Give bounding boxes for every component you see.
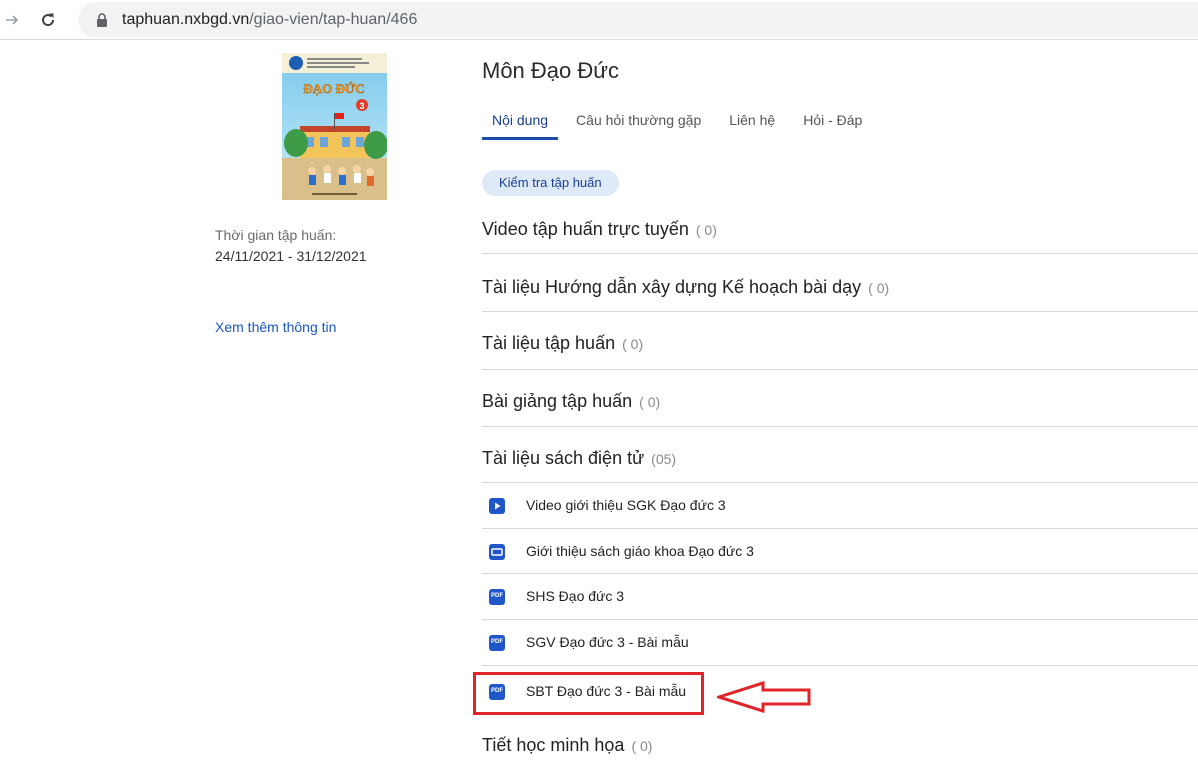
more-info-link[interactable]: Xem thêm thông tin [215, 319, 336, 335]
tab-faq[interactable]: Câu hỏi thường gặp [566, 104, 711, 140]
arrow-right-icon [6, 15, 19, 25]
url-host: taphuan.nxbgd.vn [122, 11, 250, 28]
annotation-arrow-icon [717, 681, 811, 713]
reload-icon [42, 13, 55, 27]
page-title: Môn Đạo Đức [482, 58, 619, 83]
section-video-training[interactable]: Video tập huấn trực tuyến ( 0) [482, 219, 717, 240]
tab-content[interactable]: Nội dung [482, 104, 559, 140]
section-title: Tài liệu tập huấn [482, 333, 616, 353]
lock-icon [97, 13, 107, 27]
list-item[interactable]: Giới thiệu sách giáo khoa Đạo đức 3 [482, 533, 1198, 571]
check-training-button[interactable]: Kiểm tra tập huấn [482, 170, 619, 196]
list-item[interactable]: PDF SHS Đạo đức 3 [482, 578, 1198, 616]
divider [482, 426, 1198, 427]
pdf-badge: PDF [491, 593, 503, 599]
divider [482, 253, 1198, 254]
video-play-icon [489, 498, 505, 514]
forward-button[interactable] [0, 8, 24, 32]
reload-button[interactable] [36, 8, 60, 32]
divider [482, 528, 1198, 529]
cover-grade: 3 [359, 101, 364, 111]
cover-title: ĐẠO ĐỨC [303, 81, 364, 96]
section-count: ( 0) [868, 280, 890, 296]
list-item[interactable]: Video giới thiệu SGK Đạo đức 3 [482, 487, 1198, 525]
divider [482, 619, 1198, 620]
section-ebook-docs[interactable]: Tài liệu sách điện tử (05) [482, 448, 676, 469]
section-title: Tiết học minh họa [482, 735, 625, 755]
url-path: /giao-vien/tap-huan/466 [249, 11, 418, 28]
section-count: ( 0) [695, 222, 717, 238]
training-time-label: Thời gian tập huấn: [215, 227, 337, 243]
highlight-box [473, 672, 704, 715]
tab-qa[interactable]: Hỏi - Đáp [793, 104, 872, 140]
divider [482, 573, 1198, 574]
section-training-docs[interactable]: Tài liệu tập huấn ( 0) [482, 333, 643, 354]
document-label: Video giới thiệu SGK Đạo đức 3 [526, 497, 726, 513]
browser-toolbar: taphuan.nxbgd.vn/giao-vien/tap-huan/466 [0, 0, 1198, 40]
section-title: Bài giảng tập huấn [482, 391, 633, 411]
list-item[interactable]: PDF SGV Đạo đức 3 - Bài mẫu [482, 624, 1198, 662]
slides-icon [489, 544, 505, 560]
section-title: Tài liệu sách điện tử [482, 448, 645, 468]
section-lesson-plan-guide[interactable]: Tài liệu Hướng dẫn xây dựng Kế hoạch bài… [482, 277, 889, 298]
section-count: ( 0) [622, 336, 644, 352]
document-label: Giới thiệu sách giáo khoa Đạo đức 3 [526, 543, 754, 559]
divider [482, 665, 1198, 666]
tab-bar: Nội dung Câu hỏi thường gặp Liên hệ Hỏi … [482, 104, 880, 140]
divider [482, 369, 1198, 370]
section-title: Video tập huấn trực tuyến [482, 219, 689, 239]
address-bar[interactable]: taphuan.nxbgd.vn/giao-vien/tap-huan/466 [78, 2, 1198, 38]
section-title: Tài liệu Hướng dẫn xây dựng Kế hoạch bài… [482, 277, 862, 297]
url-text: taphuan.nxbgd.vn/giao-vien/tap-huan/466 [122, 11, 417, 29]
section-training-lectures[interactable]: Bài giảng tập huấn ( 0) [482, 391, 660, 412]
section-demo-lessons[interactable]: Tiết học minh họa ( 0) [482, 735, 652, 756]
document-label: SGV Đạo đức 3 - Bài mẫu [526, 634, 689, 650]
divider [482, 311, 1198, 312]
section-count: ( 0) [639, 394, 661, 410]
document-label: SHS Đạo đức 3 [526, 588, 625, 604]
pdf-icon: PDF [489, 635, 505, 651]
pdf-badge: PDF [491, 639, 503, 645]
training-time-value: 24/11/2021 - 31/12/2021 [215, 248, 367, 264]
tab-contact[interactable]: Liên hệ [719, 104, 785, 140]
pdf-icon: PDF [489, 589, 505, 605]
section-count: ( 0) [631, 738, 653, 754]
divider [482, 482, 1198, 483]
section-count: (05) [651, 451, 677, 467]
book-cover-image: ĐẠO ĐỨC 3 [282, 53, 387, 200]
